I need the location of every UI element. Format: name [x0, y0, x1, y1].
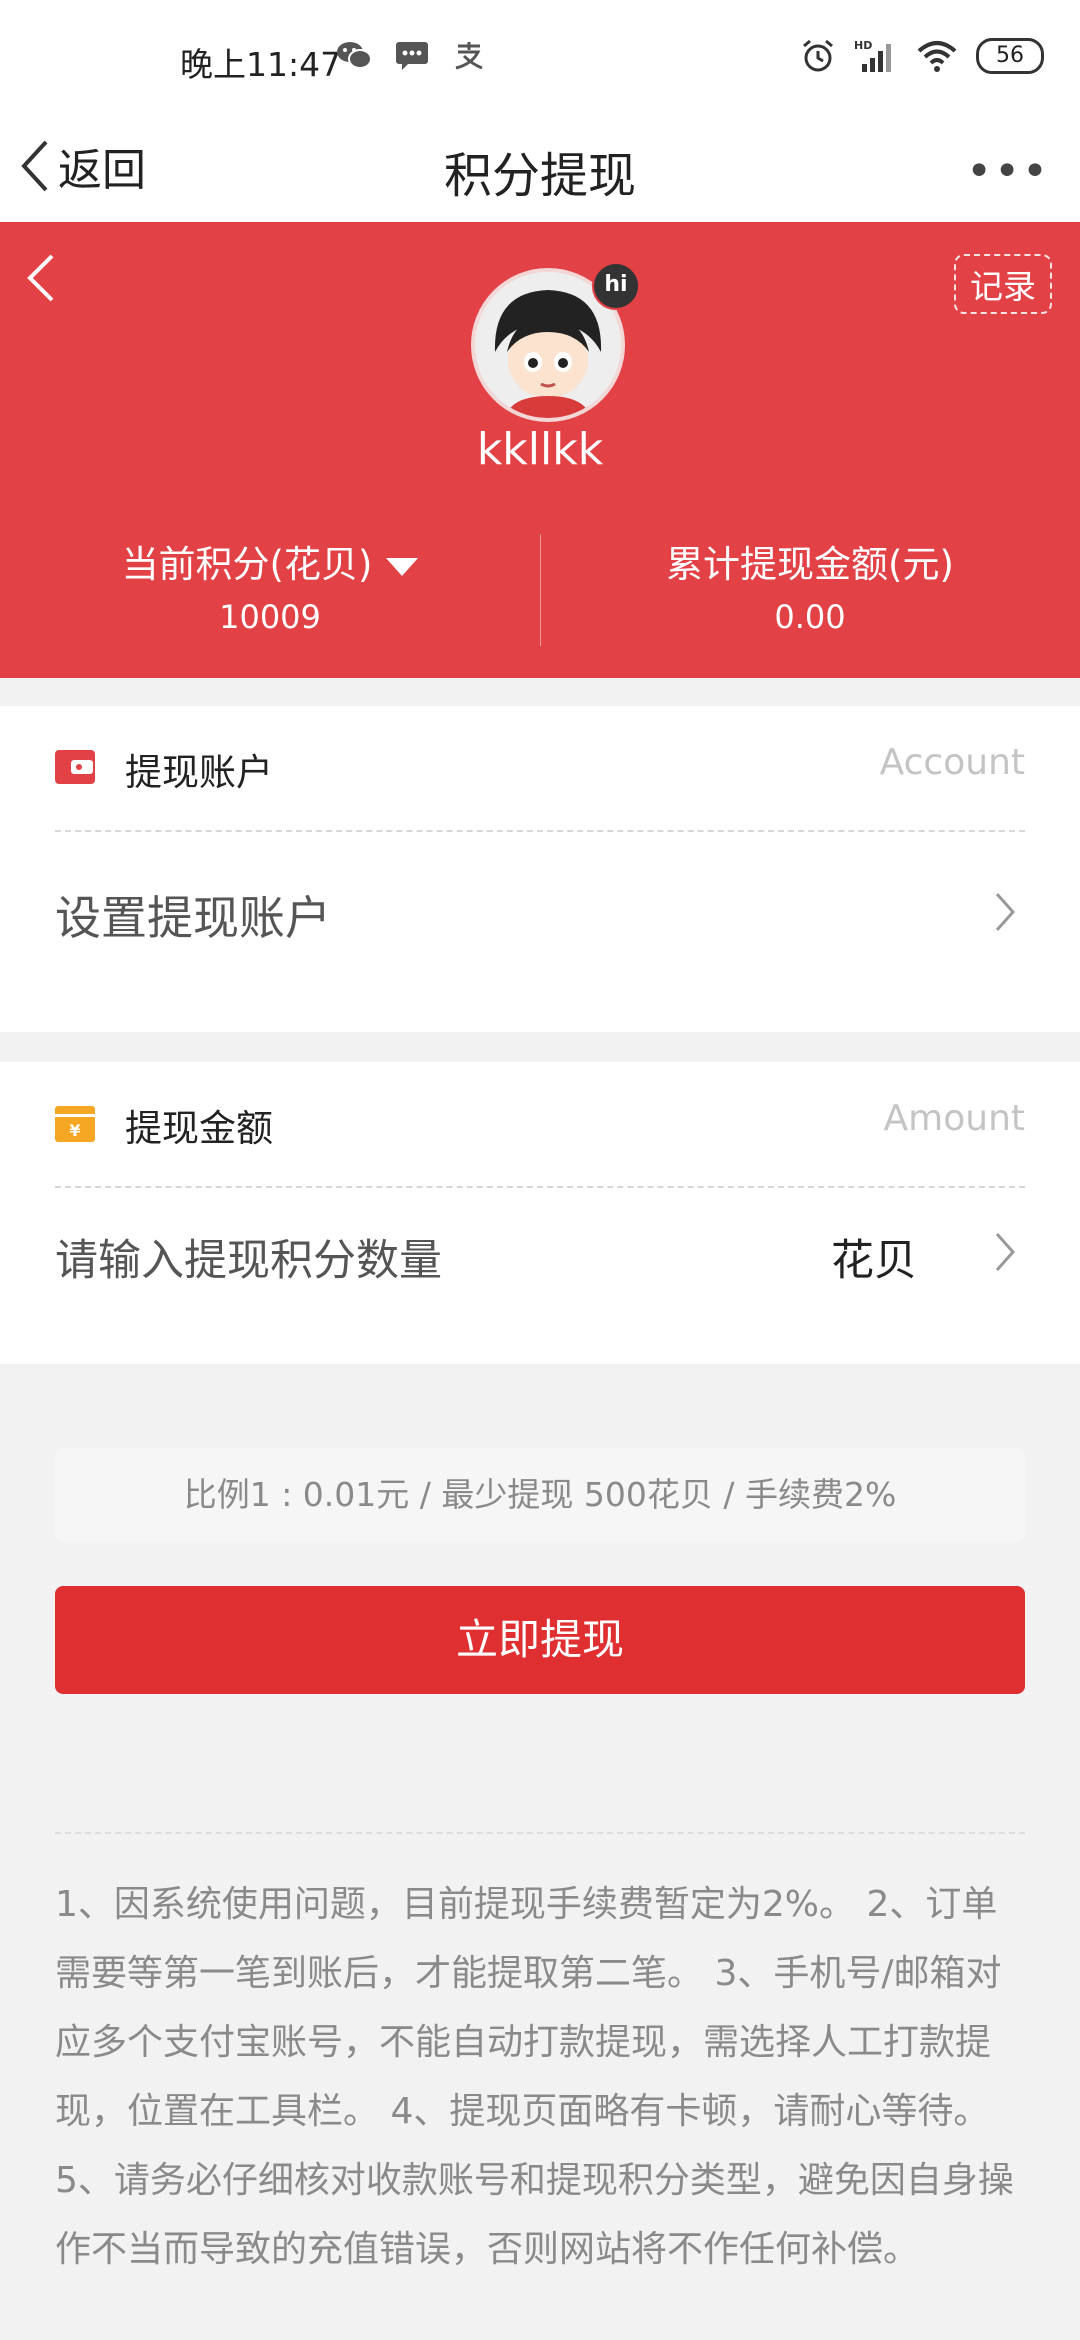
amount-input-row[interactable]: 请输入提现积分数量 花贝 [55, 1186, 1025, 1356]
battery-indicator: 56 [976, 38, 1044, 74]
alipay-icon [455, 42, 483, 70]
dropdown-triangle-icon[interactable] [386, 557, 419, 576]
hi-badge: hi [592, 262, 640, 310]
svg-text:HD: HD [854, 39, 872, 52]
username: kkllkk [476, 424, 604, 475]
amount-card-header: ¥ 提现金额 Amount [55, 1062, 1025, 1188]
set-account-row[interactable]: 设置提现账户 [55, 830, 1025, 1000]
withdraw-submit-button[interactable]: 立即提现 [55, 1586, 1025, 1694]
unit-selector[interactable]: 花贝 [831, 1226, 917, 1288]
header-back-button[interactable] [20, 248, 60, 312]
status-bar: 晚上11:47 HD 56 [0, 0, 1080, 118]
message-icon [396, 42, 428, 70]
points-stat[interactable]: 当前积分(花贝) 10009 [0, 534, 540, 636]
money-box-icon: ¥ [55, 1106, 95, 1142]
svg-text:¥: ¥ [69, 1121, 80, 1140]
total-label: 累计提现金额(元) [666, 543, 954, 586]
wechat-icon [337, 42, 372, 69]
amount-input[interactable]: 请输入提现积分数量 [55, 1226, 442, 1288]
chevron-right-icon [995, 893, 1016, 931]
total-withdraw-stat: 累计提现金额(元) 0.00 [540, 534, 1080, 636]
points-value: 10009 [219, 598, 321, 636]
account-card-hint: Account [879, 742, 1025, 783]
record-button[interactable]: 记录 [954, 254, 1052, 314]
status-right-icons: HD 56 [800, 38, 1044, 74]
hd-signal-icon: HD [854, 39, 891, 72]
wifi-icon [917, 41, 957, 72]
alarm-icon [803, 39, 833, 72]
more-menu-button[interactable]: ••• [966, 146, 1050, 197]
points-label: 当前积分(花贝) [121, 543, 373, 586]
wallet-icon [55, 750, 95, 784]
account-card: 提现账户 Account 设置提现账户 [0, 706, 1080, 1032]
account-card-title: 提现账户 [125, 751, 273, 794]
profile-header: 记录 hi kkllkk 当前积分(花贝) 10009 累计提现金额(元) 0.… [0, 222, 1080, 678]
page-title: 积分提现 [443, 148, 636, 204]
amount-card: ¥ 提现金额 Amount 请输入提现积分数量 花贝 [0, 1062, 1080, 1364]
notes-text: 1、因系统使用问题，目前提现手续费暂定为2%。 2、订单需要等第一笔到账后，才能… [55, 1884, 1014, 2270]
nav-bar: 返回 积分提现 ••• [0, 118, 1080, 222]
set-account-label: 设置提现账户 [55, 891, 331, 945]
status-left-icons [336, 40, 486, 70]
ratio-info: 比例1 : 0.01元 / 最少提现 500花贝 / 手续费2% [55, 1448, 1025, 1542]
chevron-left-icon [27, 254, 54, 302]
status-time: 晚上11:47 [180, 45, 342, 84]
account-card-header: 提现账户 Account [55, 706, 1025, 832]
points-label-row: 当前积分(花贝) [0, 534, 540, 588]
amount-card-title: 提现金额 [125, 1107, 273, 1150]
notes-divider [55, 1832, 1025, 1834]
chevron-right-icon[interactable] [993, 1230, 1017, 1274]
total-value: 0.00 [774, 598, 846, 636]
amount-card-hint: Amount [883, 1098, 1025, 1139]
